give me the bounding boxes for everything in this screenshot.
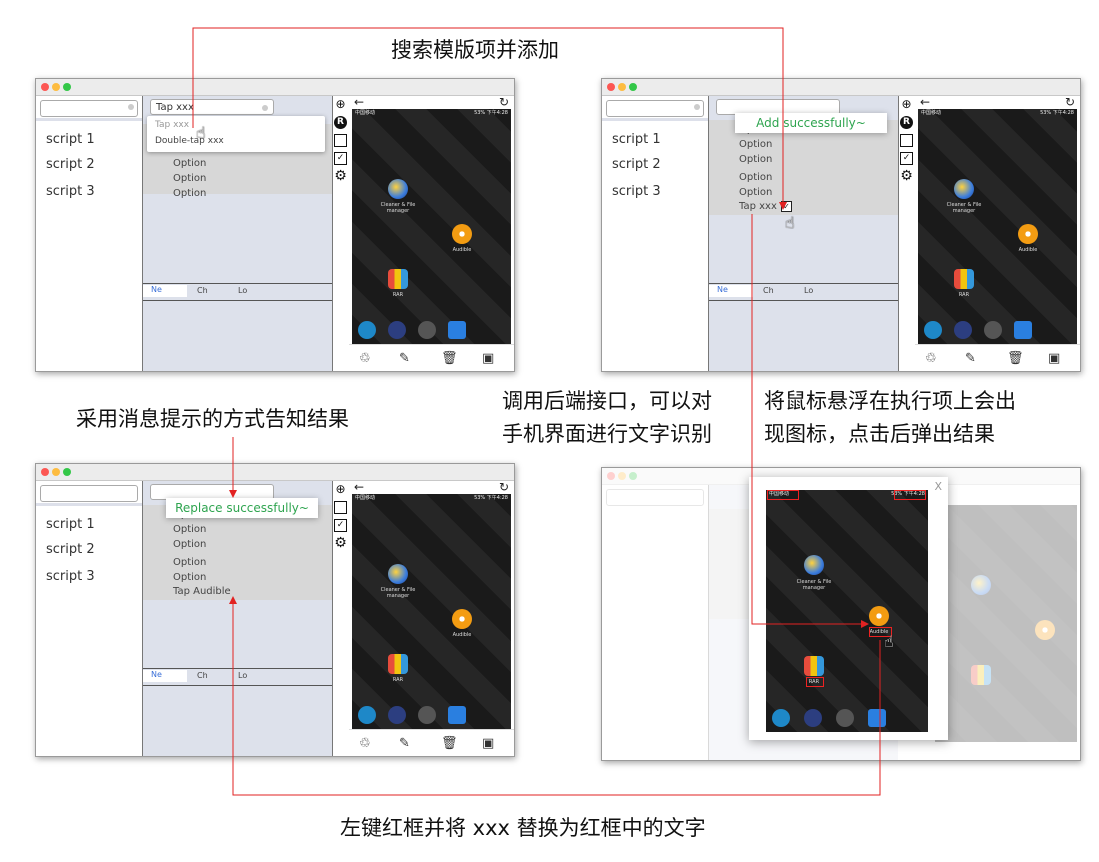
arrow-search-to-add <box>192 27 787 210</box>
arrow-ocr-to-replace <box>229 596 881 796</box>
arrow-tap-to-ocr <box>751 214 869 628</box>
connector-arrows <box>192 27 881 796</box>
